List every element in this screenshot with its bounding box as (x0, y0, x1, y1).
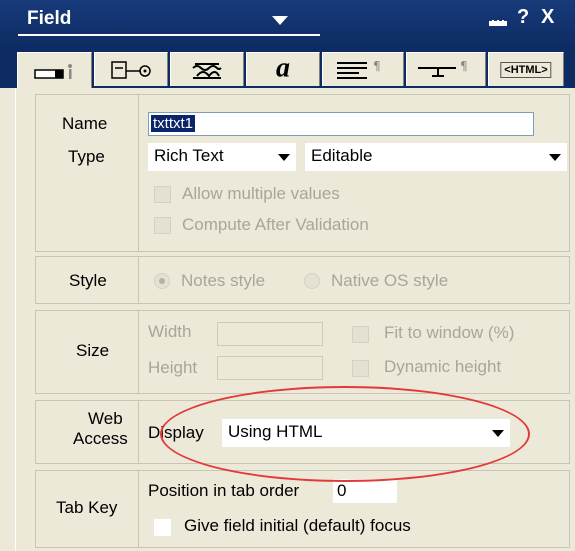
title-dropdown-icon[interactable] (272, 16, 288, 25)
fit-to-window-label: Fit to window (%) (384, 323, 515, 342)
control-icon (111, 60, 151, 79)
fit-to-window-checkbox[interactable] (352, 326, 369, 343)
native-os-style-label: Native OS style (331, 271, 449, 290)
type-value: Rich Text (154, 146, 224, 165)
allow-multiple-checkbox[interactable] (154, 186, 171, 203)
name-value: txttxt1 (151, 115, 196, 132)
window-title: Field (27, 8, 72, 29)
notes-style-label: Notes style (181, 271, 266, 290)
height-label: Height (148, 358, 198, 377)
title-underline (18, 34, 320, 36)
chevron-down-icon (549, 154, 561, 161)
native-os-style-radio[interactable] (304, 273, 320, 289)
display-label: Display (148, 423, 204, 442)
width-input[interactable] (217, 322, 323, 346)
width-label: Width (148, 322, 192, 341)
compute-after-checkbox[interactable] (154, 217, 171, 234)
title-bar: Field ? X (0, 0, 575, 48)
tab-control[interactable] (94, 52, 168, 86)
hide-when-icon: ¶ (418, 59, 468, 77)
svg-text:¶: ¶ (460, 59, 468, 73)
chevron-down-icon (492, 430, 504, 437)
height-input[interactable] (217, 356, 323, 380)
name-input[interactable]: txttxt1 (148, 112, 534, 136)
compute-after-label: Compute After Validation (182, 215, 369, 234)
html-tab-label: <HTML> (500, 61, 552, 78)
properties-panel: Name txttxt1 Type Rich Text Editable All… (15, 88, 572, 551)
tab-order-input[interactable]: 0 (333, 479, 397, 503)
type-dropdown[interactable]: Rich Text (148, 143, 296, 171)
position-in-tab-order-label: Position in tab order (148, 481, 300, 500)
basics-section: Name txttxt1 Type Rich Text Editable All… (35, 94, 570, 252)
initial-focus-checkbox[interactable] (154, 519, 171, 536)
web-access-section: Web Access Display Using HTML (35, 400, 570, 464)
svg-text:¶: ¶ (373, 59, 381, 73)
tab-field-info[interactable] (17, 52, 92, 90)
allow-multiple-label: Allow multiple values (182, 184, 340, 203)
tab-key-label: Tab Key (56, 498, 118, 517)
minimize-icon[interactable] (489, 20, 507, 26)
type-label: Type (68, 147, 105, 166)
access-label: Access (73, 429, 128, 448)
notes-style-radio[interactable] (154, 273, 170, 289)
tab-html[interactable]: <HTML> (488, 52, 564, 86)
help-icon[interactable]: ? (517, 6, 529, 29)
dynamic-height-label: Dynamic height (384, 357, 502, 376)
display-value: Using HTML (228, 422, 323, 441)
mode-value: Editable (311, 146, 373, 165)
tab-key-section: Tab Key Position in tab order 0 Give fie… (35, 470, 570, 548)
chevron-down-icon (278, 154, 290, 161)
tab-hide-when[interactable]: ¶ (406, 52, 486, 86)
name-label: Name (62, 114, 108, 133)
tab-paragraph[interactable]: ¶ (322, 52, 404, 86)
tab-font[interactable]: a (246, 52, 320, 86)
paragraph-icon: ¶ (337, 59, 381, 79)
dynamic-height-checkbox[interactable] (352, 360, 369, 377)
size-label: Size (76, 341, 110, 360)
web-label: Web (88, 409, 123, 428)
display-dropdown[interactable]: Using HTML (222, 419, 510, 447)
close-icon[interactable]: X (541, 6, 554, 29)
mode-dropdown[interactable]: Editable (305, 143, 567, 171)
initial-focus-label: Give field initial (default) focus (184, 516, 411, 535)
style-label: Style (69, 271, 107, 290)
tab-order-value: 0 (337, 481, 347, 500)
tab-advanced[interactable] (170, 52, 244, 86)
field-info-icon (33, 63, 72, 79)
size-section: Size Width Height Fit to window (%) Dyna… (35, 310, 570, 394)
style-section: Style Notes style Native OS style (35, 256, 570, 304)
font-icon: a (276, 52, 290, 84)
advanced-icon (192, 62, 222, 79)
